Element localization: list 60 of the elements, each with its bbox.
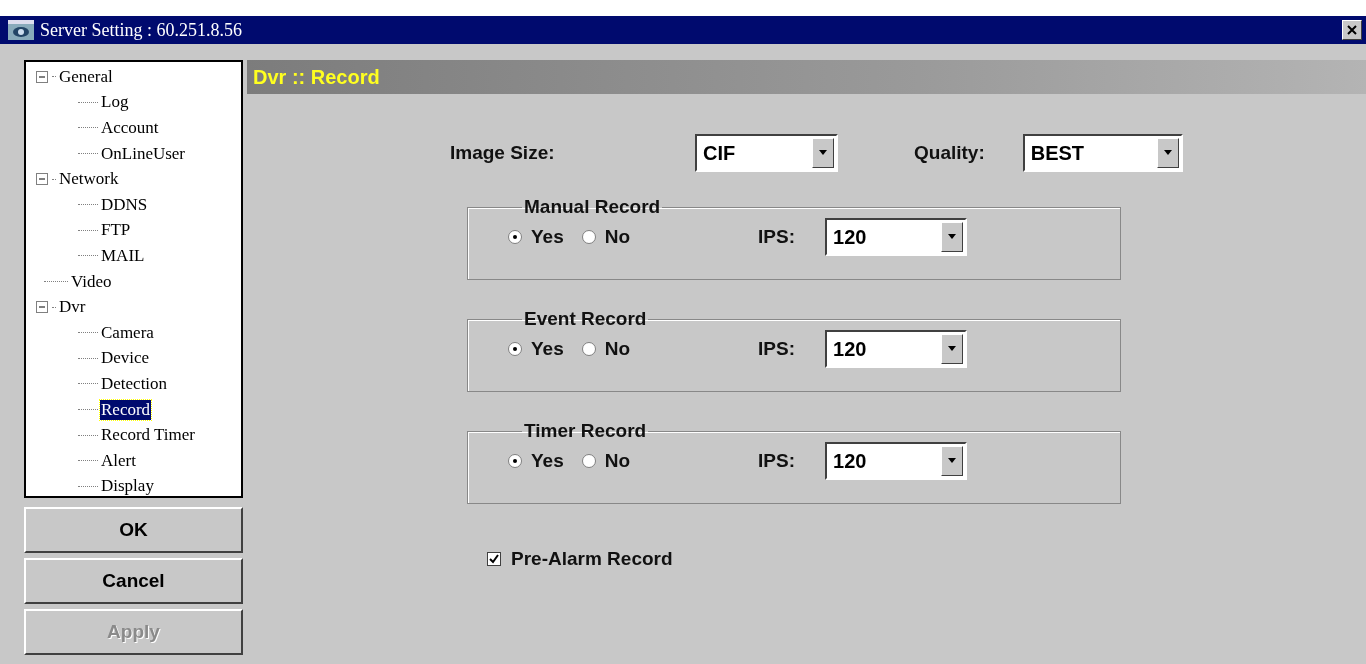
tree-item[interactable]: DDNS [100,194,149,215]
group-title: Timer Record [523,420,648,442]
tree-item[interactable]: OnLineUser [100,143,187,164]
caret-icon [818,150,828,156]
tree-item[interactable]: General [58,66,114,87]
tree-item[interactable]: Account [100,118,160,138]
window-title: Server Setting : 60.251.8.56 [40,19,243,41]
radio-label: No [604,450,631,472]
caret-icon [947,234,958,240]
radio-button[interactable] [508,454,522,468]
checkbox-label: Pre-Alarm Record [511,548,673,570]
tree-item[interactable]: Alert [100,450,137,471]
tree-item[interactable]: Dvr [58,297,87,318]
dropdown[interactable]: BEST [1022,134,1183,172]
field-label: Quality: [914,142,985,164]
app-icon [8,20,34,40]
field-label: IPS: [758,450,796,472]
field-label: IPS: [758,338,796,360]
field-label: Image Size: [450,142,556,164]
radio-label: Yes [531,450,564,472]
collapse-toggle[interactable] [36,301,48,314]
radio-button[interactable] [508,230,522,244]
checkbox[interactable] [487,552,501,566]
radio-label: Yes [531,338,564,360]
radio-button[interactable] [581,230,596,244]
close-button[interactable] [1342,20,1362,40]
tree-item[interactable]: FTP [100,220,132,241]
tree-item[interactable]: MAIL [100,245,146,266]
section-header: Dvr :: Record [247,60,1366,94]
collapse-toggle[interactable] [36,173,48,186]
dialog-button[interactable]: Cancel [24,558,243,604]
dropdown[interactable]: 120 [825,330,968,368]
dropdown[interactable]: CIF [695,134,838,172]
radio-label: Yes [531,226,564,248]
radio-button[interactable] [581,342,596,356]
tree-item[interactable]: Record [100,399,152,420]
caret-icon [947,458,958,464]
tree-item[interactable]: Detection [100,373,169,394]
close-icon [1347,25,1357,35]
dialog-button[interactable]: OK [24,507,243,553]
group-title: Event Record [523,308,648,330]
field-label: IPS: [758,226,796,248]
caret-icon [1162,150,1173,156]
dropdown[interactable]: 120 [825,218,968,256]
tree-item[interactable]: Video [70,271,113,292]
check-icon [489,554,499,564]
tree-item[interactable]: Camera [100,322,155,343]
caret-icon [947,346,958,352]
radio-label: No [604,226,631,248]
tree-item[interactable]: Display [100,476,155,497]
tree-item[interactable]: Network [58,169,120,190]
radio-button[interactable] [508,342,522,356]
group-title: Manual Record [523,196,662,218]
tree-item[interactable]: Record Timer [100,425,196,446]
radio-label: No [604,338,631,360]
tree-item[interactable]: Log [100,92,130,113]
radio-button[interactable] [581,454,596,468]
collapse-toggle[interactable] [36,70,48,83]
dropdown[interactable]: 120 [825,442,968,480]
tree-item[interactable]: Device [100,348,151,369]
